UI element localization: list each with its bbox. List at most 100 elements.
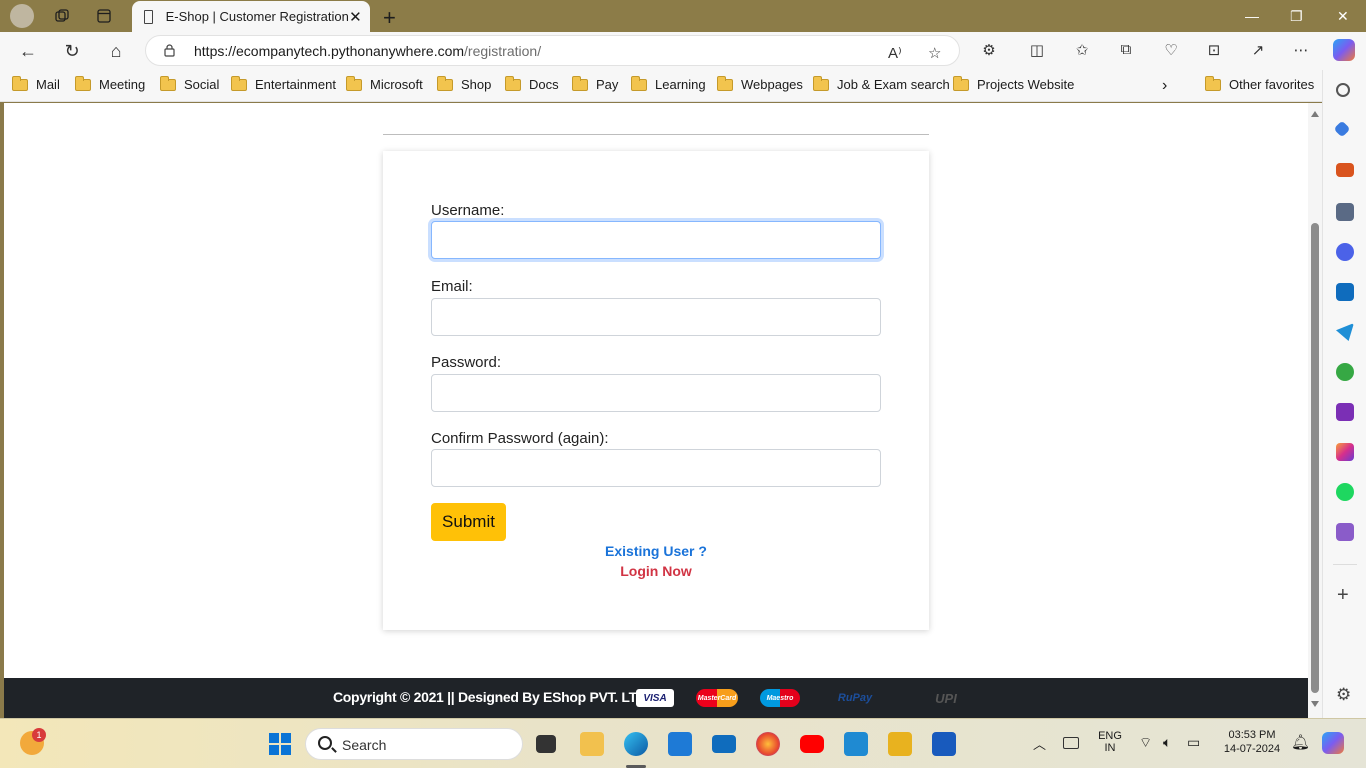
task-view-icon[interactable] [536,735,556,753]
send-icon[interactable] [1336,323,1354,341]
fav-projects-website[interactable]: Projects Website [953,75,1074,92]
login-now-link[interactable]: Login Now [383,563,929,579]
folder-icon [231,75,247,91]
fav-label: Shop [461,77,492,92]
edge-browser-icon[interactable] [624,732,648,756]
vscode-icon[interactable] [844,732,868,756]
onenote-icon[interactable] [1336,403,1354,421]
workspaces-icon[interactable] [52,6,72,26]
address-bar[interactable]: https://ecompanytech.pythonanywhere.com/… [145,35,960,66]
fav-label: Entertainment [255,77,336,92]
collections-icon[interactable]: ⧉ [1116,41,1136,61]
sidebar-settings-gear-icon[interactable]: ⚙ [1336,685,1351,705]
fav-other-favorites[interactable]: Other favorites [1205,75,1314,92]
tab-eshop-registration[interactable]: E-Shop | Customer Registration ✕ [132,1,370,32]
url-path: /registration/ [464,43,542,59]
clipchamp-icon[interactable] [1336,523,1354,541]
copilot-taskbar-icon[interactable] [1322,732,1344,754]
lock-icon[interactable] [164,44,175,57]
fav-social[interactable]: Social [160,75,219,92]
power-bi-icon[interactable] [888,732,912,756]
firefox-icon[interactable] [756,732,780,756]
profile-avatar[interactable] [10,4,34,28]
tray-overflow-chevron-icon[interactable]: ︿ [1033,734,1046,753]
username-input[interactable] [431,221,881,259]
share-icon[interactable]: ↗ [1248,41,1268,61]
scrollbar-thumb[interactable] [1311,223,1319,693]
favorites-overflow-chevron-icon[interactable]: › [1162,77,1167,95]
page-scrollbar[interactable] [1308,103,1322,718]
sidebar-divider [1333,564,1357,565]
folder-icon [505,75,521,91]
folder-icon [160,75,176,91]
spotify-icon[interactable] [1336,483,1354,501]
copilot-icon[interactable] [1333,39,1355,61]
taskbar-search-box[interactable]: Search [305,728,523,760]
restore-button[interactable]: ❐ [1290,8,1303,25]
notifications-bell-icon[interactable]: 🔔︎ [1291,733,1310,751]
url-text[interactable]: https://ecompanytech.pythonanywhere.com/… [194,43,541,59]
youtube-icon[interactable] [800,735,824,753]
new-tab-button[interactable]: + [383,5,396,31]
fav-label: Mail [36,77,60,92]
wifi-icon[interactable]: ⌔ [1139,734,1152,752]
fav-meeting[interactable]: Meeting [75,75,145,92]
outlook-icon[interactable] [1336,283,1354,301]
fav-webpages[interactable]: Webpages [717,75,803,92]
volume-icon[interactable]: 🔈︎ [1163,734,1171,751]
more-menu-icon[interactable]: ⋯ [1291,41,1311,61]
fav-job-exam-search[interactable]: Job & Exam search [813,75,950,92]
upi-logo: UPI [935,690,957,706]
search-icon[interactable] [1336,83,1350,97]
favorites-icon[interactable]: ✩ [1072,41,1092,61]
fav-label: Microsoft [370,77,423,92]
browser-essentials-icon[interactable]: ♡ [1161,41,1181,61]
username-label: Username: [431,202,505,219]
instagram-icon[interactable] [1336,443,1354,461]
vertical-tabs-icon[interactable] [94,6,114,26]
registration-card: Username: Email: Password: Confirm Passw… [383,151,929,630]
close-tab-icon[interactable]: ✕ [349,8,362,26]
fav-mail[interactable]: Mail [12,75,60,92]
email-input[interactable] [431,298,881,336]
screenshot-icon[interactable]: ⊡ [1204,41,1224,61]
minimize-button[interactable]: — [1245,8,1259,24]
windows-start-icon[interactable] [268,732,292,756]
read-aloud-icon[interactable]: A⁾ [888,44,902,62]
language-indicator[interactable]: ENG IN [1094,730,1126,754]
fav-entertainment[interactable]: Entertainment [231,75,336,92]
fav-shop[interactable]: Shop [437,75,492,92]
mail-icon[interactable] [712,735,736,753]
fav-pay[interactable]: Pay [572,75,618,92]
scroll-down-arrow-icon[interactable] [1311,701,1319,707]
fav-docs[interactable]: Docs [505,75,559,92]
microsoft-365-icon[interactable] [1336,243,1354,261]
existing-user-text: Existing User ? [605,543,707,559]
battery-icon[interactable]: ▭ [1187,734,1200,751]
shopping-tag-icon[interactable] [1333,120,1351,138]
games-icon[interactable] [1336,203,1354,221]
extensions-icon[interactable]: ⚙ [979,41,999,61]
fav-learning[interactable]: Learning [631,75,706,92]
search-icon [318,736,332,750]
password-input[interactable] [431,374,881,412]
file-explorer-icon[interactable] [580,732,604,756]
home-button[interactable]: ⌂ [105,40,127,62]
favorite-star-icon[interactable]: ☆ [928,44,941,62]
submit-button[interactable]: Submit [431,503,506,541]
tools-icon[interactable] [1336,163,1354,177]
clock[interactable]: 03:53 PM 14-07-2024 [1218,729,1286,755]
microsoft-store-icon[interactable] [668,732,692,756]
tray-device-icon[interactable] [1063,737,1079,749]
tree-icon[interactable] [1336,363,1354,381]
refresh-button[interactable]: ↻ [61,40,83,62]
fav-label: Webpages [741,77,803,92]
back-button[interactable]: ← [17,40,39,62]
confirm-password-input[interactable] [431,449,881,487]
word-icon[interactable] [932,732,956,756]
split-screen-icon[interactable]: ◫ [1027,41,1047,61]
add-sidebar-app-icon[interactable]: + [1337,584,1349,607]
scroll-up-arrow-icon[interactable] [1311,111,1319,117]
close-window-button[interactable]: ✕ [1337,8,1349,25]
fav-microsoft[interactable]: Microsoft [346,75,423,92]
